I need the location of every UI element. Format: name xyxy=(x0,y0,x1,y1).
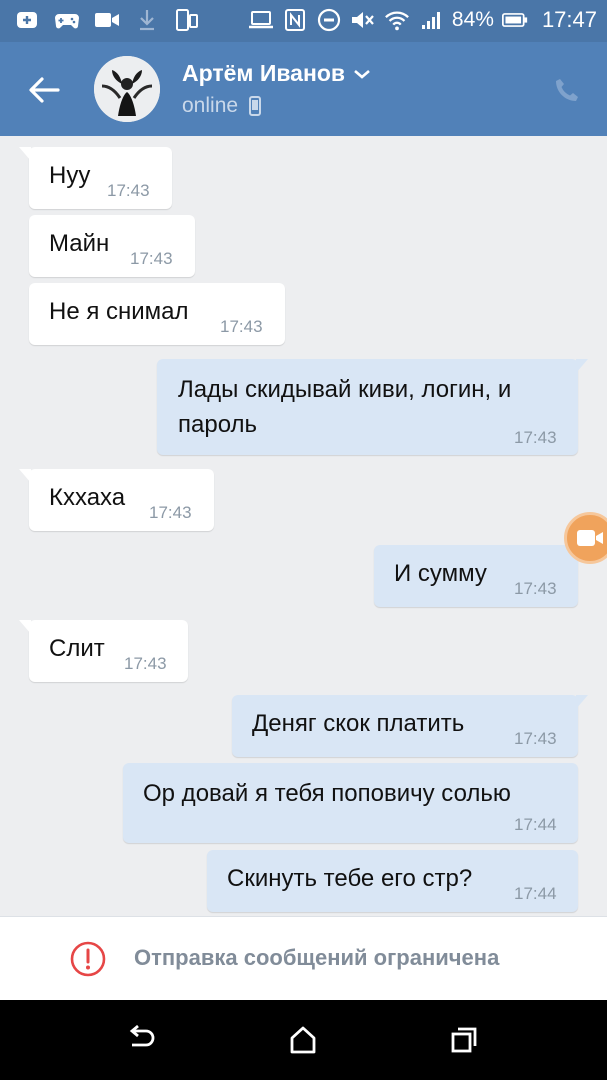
clock: 17:47 xyxy=(541,7,597,32)
message-bubble[interactable]: Лады скидывай киви, логин, и пароль 17:4… xyxy=(157,359,588,455)
recents-icon xyxy=(451,1027,477,1053)
chat-header: Артём Иванов online xyxy=(0,42,607,136)
message-time: 17:44 xyxy=(514,815,557,834)
contact-name[interactable]: Артём Иванов xyxy=(182,60,371,87)
nav-back-button[interactable] xyxy=(120,1020,160,1060)
alert-circle-icon xyxy=(70,941,106,977)
add-icon xyxy=(14,7,40,33)
message-time: 17:43 xyxy=(514,579,557,598)
game-controller-icon xyxy=(54,7,80,33)
message-text: Скинуть тебе его стр? xyxy=(227,865,473,892)
message-time: 17:43 xyxy=(124,654,167,673)
home-icon xyxy=(290,1026,316,1054)
message-list[interactable]: Нуу 17:43 Майн 17:43 Не я снимал 17:43 Л… xyxy=(0,136,607,916)
message-text: Деняг скок платить xyxy=(252,710,465,737)
message-bubble[interactable]: Нуу 17:43 xyxy=(19,147,172,209)
message-text: Майн xyxy=(49,230,110,257)
message-time: 17:43 xyxy=(220,317,263,336)
avatar[interactable] xyxy=(94,56,160,122)
message-bubble[interactable]: Кххаха 17:43 xyxy=(19,469,214,531)
battery-icon xyxy=(501,7,528,33)
message-time: 17:44 xyxy=(514,884,557,903)
message-bubble[interactable]: Майн 17:43 xyxy=(29,215,195,277)
message-bubble[interactable]: Ор довай я тебя поповичу солью 17:44 xyxy=(123,763,578,843)
screen-mirror-icon xyxy=(174,7,200,33)
bubble-tail xyxy=(19,469,31,483)
contact-status: online xyxy=(182,94,262,118)
message-text: Кххаха xyxy=(49,484,126,511)
phone-icon xyxy=(556,79,578,101)
message-bubble[interactable]: Не я снимал 17:43 xyxy=(29,283,285,345)
message-bubble[interactable]: Деняг скок платить 17:43 xyxy=(232,695,588,757)
laptop-icon xyxy=(248,7,274,33)
video-camera-icon xyxy=(577,530,603,546)
signal-icon xyxy=(418,7,444,33)
call-button[interactable] xyxy=(549,72,585,108)
battery-percent: 84% xyxy=(451,8,494,31)
message-bubble[interactable]: Скинуть тебе его стр? 17:44 xyxy=(207,850,578,912)
message-time: 17:43 xyxy=(149,503,192,522)
message-time: 17:43 xyxy=(514,428,557,447)
restriction-bar: Отправка сообщений ограничена xyxy=(0,916,607,1000)
mobile-icon xyxy=(249,96,262,116)
message-text: И сумму xyxy=(394,560,487,587)
message-bubble[interactable]: И сумму 17:43 xyxy=(374,545,588,607)
contact-name-text: Артём Иванов xyxy=(182,60,346,86)
status-bar: 84% 17:47 xyxy=(0,0,607,42)
contact-status-text: online xyxy=(182,94,239,117)
video-call-bubble[interactable] xyxy=(564,512,607,564)
nav-recents-button[interactable] xyxy=(444,1020,484,1060)
chevron-down-icon xyxy=(354,69,370,79)
message-text-line1: Лады скидывай киви, логин, и xyxy=(178,376,512,403)
message-text: Ор довай я тебя поповичу солью xyxy=(143,780,511,807)
bubble-tail xyxy=(576,359,588,373)
message-time: 17:43 xyxy=(514,729,557,748)
message-text: Слит xyxy=(49,635,105,662)
nav-home-button[interactable] xyxy=(283,1020,323,1060)
back-button[interactable] xyxy=(22,68,66,112)
message-bubble[interactable]: Слит 17:43 xyxy=(19,620,188,682)
mute-icon xyxy=(350,7,376,33)
navigation-bar xyxy=(0,1000,607,1080)
message-time: 17:43 xyxy=(130,249,173,268)
arrow-left-icon xyxy=(29,77,60,103)
message-text-line2: пароль xyxy=(178,411,258,438)
download-icon xyxy=(134,7,160,33)
bubble-tail xyxy=(576,695,588,709)
back-icon xyxy=(129,1025,155,1047)
message-text: Нуу xyxy=(49,162,91,189)
nfc-icon xyxy=(282,7,308,33)
do-not-disturb-icon xyxy=(316,7,342,33)
wifi-icon xyxy=(384,7,410,33)
bubble-tail xyxy=(19,620,31,634)
video-camera-icon xyxy=(94,7,120,33)
restriction-text: Отправка сообщений ограничена xyxy=(134,945,500,970)
bubble-tail xyxy=(19,147,31,161)
message-time: 17:43 xyxy=(107,181,150,200)
message-text: Не я снимал xyxy=(49,298,189,325)
